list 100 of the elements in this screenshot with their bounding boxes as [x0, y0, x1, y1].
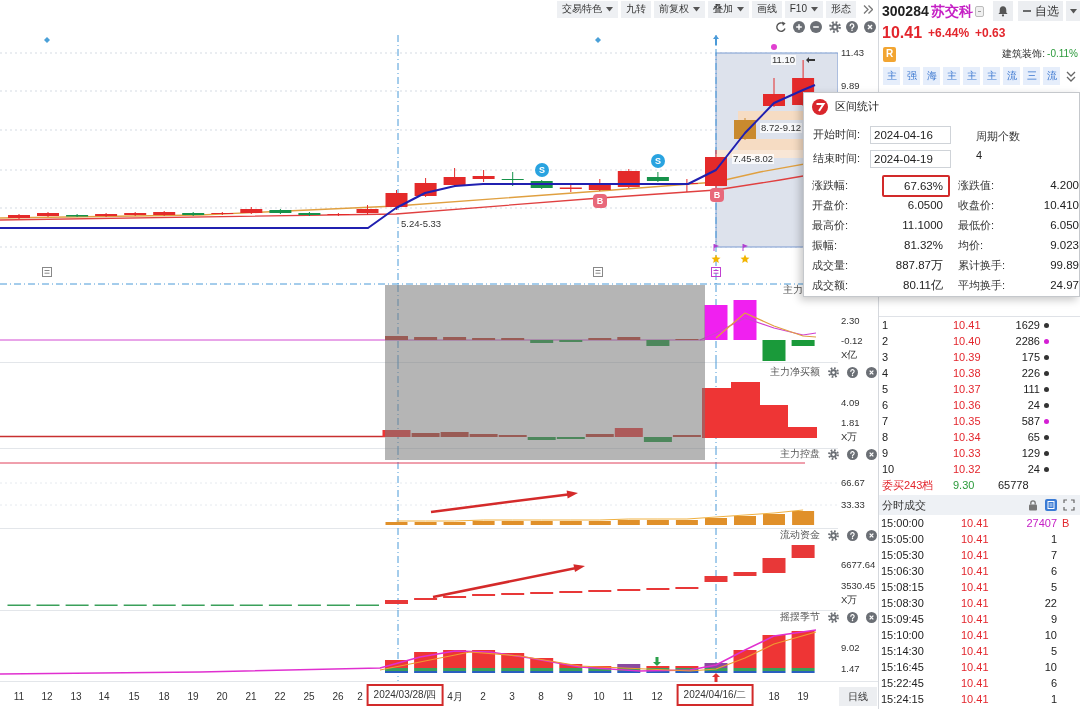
stat-value: 6.050 — [1049, 219, 1079, 233]
trade-volume: 1 — [1049, 692, 1057, 707]
date-label: 12 — [41, 691, 53, 703]
rank-number: 6 — [882, 398, 890, 413]
trade-time: 15:05:30 — [881, 548, 925, 563]
trade-volume: 22 — [1043, 596, 1057, 611]
rank-number: 2 — [882, 334, 890, 349]
rank-number: 4 — [882, 366, 890, 381]
trade-time: 15:09:45 — [881, 612, 925, 627]
axis-label: -0.12 — [841, 335, 863, 347]
rank-number: 8 — [882, 430, 890, 445]
trade-price: 10.41 — [961, 580, 990, 595]
dialog-title: 区间统计 — [835, 100, 879, 114]
summary-volume: 65778 — [997, 479, 1030, 493]
date-label: 18 — [768, 691, 780, 703]
axis-label: 1.47 — [841, 663, 860, 675]
trade-volume: 27407 — [1025, 516, 1057, 531]
axis-label: 33.33 — [841, 499, 865, 511]
bid-price: 10.37 — [953, 382, 982, 397]
trade-time: 15:00:00 — [881, 516, 925, 531]
section-title: 分时成交 — [882, 498, 926, 512]
trade-volume: 9 — [1049, 612, 1057, 627]
date-label: 22 — [274, 691, 286, 703]
trade-price: 10.41 — [961, 644, 990, 659]
bid-volume: 129 — [1020, 446, 1040, 461]
axis-label: 6677.64 — [841, 559, 876, 571]
trade-price: 10.41 — [961, 660, 990, 675]
axis-label: 1.81 — [841, 417, 860, 429]
date-label: 18 — [158, 691, 170, 703]
axis-label: 9.02 — [841, 642, 860, 654]
date-label: 21 — [245, 691, 257, 703]
sector-change: -0.11% — [1047, 48, 1078, 60]
trade-price: 10.41 — [961, 628, 990, 643]
trade-volume: 10 — [1043, 660, 1057, 675]
bid-volume: 2286 — [1014, 334, 1040, 349]
bid-volume: 24 — [1026, 398, 1040, 413]
trade-price: 10.41 — [961, 596, 990, 611]
axis-label: 3530.45 — [841, 580, 876, 592]
trade-time: 15:08:30 — [881, 596, 925, 611]
bid-price: 10.39 — [953, 350, 982, 365]
letter-badge: R — [883, 46, 896, 62]
rank-number: 5 — [882, 382, 890, 397]
bid-summary: 委买243档 — [882, 479, 935, 493]
stat-label: 涨跌值: — [958, 179, 996, 193]
date-label: 15 — [128, 691, 140, 703]
stock-code: 300284 — [882, 2, 929, 20]
axis-label: X万 — [841, 594, 858, 606]
trade-time: 15:10:00 — [881, 628, 925, 643]
change-percent: +6.44% — [928, 25, 970, 41]
date-label: 20 — [216, 691, 228, 703]
trade-volume: 6 — [1049, 564, 1057, 579]
date-label: 3 — [509, 691, 515, 703]
trade-direction: B — [1061, 516, 1071, 531]
trade-price: 10.41 — [961, 548, 990, 563]
date-label: 2024/03/28/四 — [366, 684, 444, 706]
bid-volume: 24 — [1026, 462, 1040, 477]
trade-time: 15:22:45 — [881, 676, 925, 691]
summary-price: 9.30 — [953, 479, 976, 493]
trade-volume: 5 — [1049, 644, 1057, 659]
bid-price: 10.34 — [953, 430, 982, 445]
period-count: 4 — [976, 149, 983, 162]
rank-number: 1 — [882, 318, 890, 333]
date-label: 9 — [567, 691, 573, 703]
axis-label: 2.30 — [841, 315, 860, 327]
stat-value: 4.200 — [1049, 179, 1079, 193]
stat-value: 99.89 — [1049, 259, 1079, 273]
bid-price: 10.33 — [953, 446, 982, 461]
rank-number: 9 — [882, 446, 890, 461]
stat-label: 最低价: — [958, 219, 996, 233]
date-label: 13 — [70, 691, 82, 703]
bid-price: 10.32 — [953, 462, 982, 477]
stat-value: 887.87万 — [894, 259, 943, 273]
axis-label: X亿 — [841, 349, 858, 361]
stat-label: 平均换手: — [958, 279, 1007, 293]
date-label: 19 — [797, 691, 809, 703]
last-price: 10.41 — [882, 23, 923, 43]
axis-label: 66.67 — [841, 477, 865, 489]
bid-volume: 1629 — [1014, 318, 1040, 333]
date-label: 11 — [622, 691, 634, 703]
date-label: 2 — [357, 691, 363, 703]
date-label: 2024/04/16/二 — [676, 684, 754, 706]
date-label: 26 — [332, 691, 344, 703]
bid-price: 10.38 — [953, 366, 982, 381]
trade-volume: 5 — [1049, 580, 1057, 595]
axis-label: 4.09 — [841, 397, 860, 409]
bid-price: 10.35 — [953, 414, 982, 429]
axis-label: 11.43 — [841, 47, 865, 59]
stat-value: 6.0500 — [906, 199, 943, 213]
stat-label: 收盘价: — [958, 199, 996, 213]
date-label: 19 — [187, 691, 199, 703]
stat-value: 11.1000 — [901, 219, 943, 233]
trade-price: 10.41 — [961, 612, 990, 627]
date-label: 12 — [651, 691, 663, 703]
trade-volume: 6 — [1049, 676, 1057, 691]
trade-time: 15:06:30 — [881, 564, 925, 579]
rank-number: 7 — [882, 414, 890, 429]
stock-name: 苏交科 — [930, 2, 973, 20]
change-value: +0.63 — [975, 25, 1006, 41]
trade-price: 10.41 — [961, 516, 990, 531]
stat-label: 累计换手: — [958, 259, 1007, 273]
